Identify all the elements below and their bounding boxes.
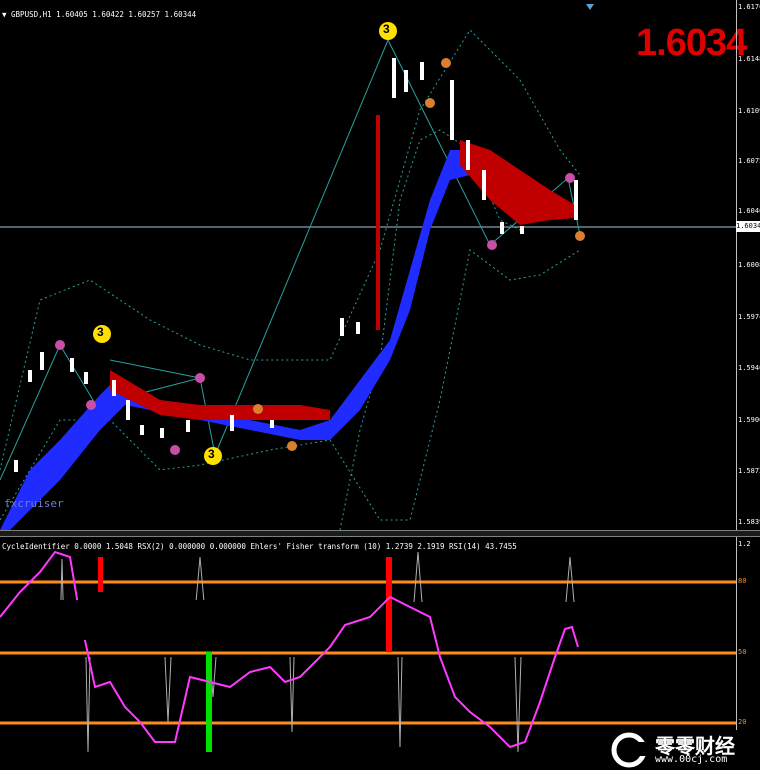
price-tick: 1.5974	[738, 313, 760, 321]
price-tick: 1.6109	[738, 107, 760, 115]
price-tick: 1.6040	[738, 207, 760, 215]
cycle-bar-green	[206, 652, 212, 752]
bear-cloud	[460, 140, 575, 225]
indicator-tick: 80	[738, 577, 747, 585]
trading-terminal-window: ▼ GBPUSD,H1 1.60405 1.60422 1.60257 1.60…	[0, 0, 760, 770]
site-logo: 零零财经 www.00cj.com	[607, 730, 760, 770]
current-price-tag: 1.6034	[736, 221, 760, 232]
bull-cloud	[0, 150, 470, 530]
symbol-info: ▼ GBPUSD,H1 1.60405 1.60422 1.60257 1.60…	[2, 10, 197, 19]
price-tick: 1.5872	[738, 467, 760, 475]
price-tick: 1.5906	[738, 416, 760, 424]
logo-url: www.00cj.com	[655, 754, 728, 765]
lower-band	[0, 249, 581, 521]
bear-cloud	[110, 370, 330, 420]
shift-marker-icon	[586, 4, 594, 10]
price-tick: 1.6176	[738, 3, 760, 11]
watermark-text: fxcruiser	[4, 497, 64, 510]
indicator-tick: 50	[738, 648, 747, 656]
cycle-bar-red	[98, 557, 103, 592]
price-tick: 1.5940	[738, 364, 760, 372]
cycle-bar-red	[386, 557, 392, 652]
big-price-display: 1.6034	[636, 22, 747, 64]
wave-label: 3	[208, 447, 215, 461]
indicator-tick: 1.2	[738, 540, 751, 548]
price-tick: 1.6148	[738, 55, 760, 63]
panel-divider[interactable]	[0, 530, 760, 537]
indicator-tick: 20	[738, 718, 747, 726]
obscured-region	[20, 600, 216, 640]
price-tick: 1.6008	[738, 261, 760, 269]
zigzag-line	[109, 359, 201, 379]
price-tick: 1.5839	[738, 518, 760, 526]
price-chart-canvas	[0, 4, 736, 530]
indicator-info: CycleIdentifier 0.0000 1.5048 RSX(2) 0.0…	[2, 542, 517, 551]
spike-candle	[376, 115, 380, 330]
logo-icon	[611, 732, 647, 768]
wave-label: 3	[97, 325, 104, 339]
wave-label: 3	[383, 22, 390, 36]
price-tick: 1.6075	[738, 157, 760, 165]
price-chart-panel[interactable]: ▼ GBPUSD,H1 1.60405 1.60422 1.60257 1.60…	[0, 0, 747, 530]
